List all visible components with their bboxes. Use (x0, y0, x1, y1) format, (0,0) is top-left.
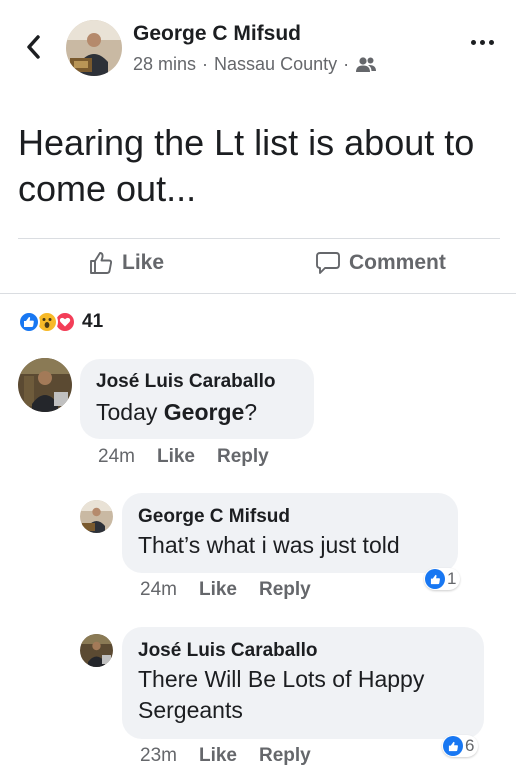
back-button[interactable] (18, 30, 48, 64)
reactions-summary[interactable]: 41 (18, 311, 103, 333)
reaction-count: 1 (447, 569, 457, 588)
comment-actions: 24m Like Reply (140, 579, 311, 601)
post-meta: 28 mins · Nassau County · (133, 54, 377, 75)
comment-actions: 23m Like Reply (140, 745, 311, 767)
comment-time: 24m (140, 579, 177, 600)
reaction-count: 6 (465, 736, 475, 755)
more-options-button[interactable] (471, 40, 494, 45)
post-text: Hearing the Lt list is about to come out… (18, 122, 475, 209)
post-actions: Like Comment (0, 240, 516, 292)
comment-actions: 24m Like Reply (98, 446, 269, 468)
post-author-name[interactable]: George C Mifsud (133, 22, 301, 46)
meta-separator: · (343, 54, 350, 74)
comment-bubble[interactable]: José Luis Caraballo Today George? (80, 359, 314, 439)
comment-icon (316, 252, 340, 274)
comment-text-line: Sergeants (138, 697, 243, 723)
comment-bubble[interactable]: José Luis Caraballo There Will Be Lots o… (122, 627, 484, 739)
comment-reaction-badge[interactable]: 1 (424, 568, 461, 590)
like-label: Like (122, 251, 165, 274)
comment-reply-button[interactable]: Reply (259, 579, 311, 601)
comment-text-line: There Will Be Lots of Happy (138, 666, 425, 692)
comment-like-button[interactable]: Like (199, 745, 237, 767)
commenter-avatar[interactable] (80, 634, 113, 667)
comment-text-part: Today (96, 399, 164, 425)
divider (0, 293, 516, 294)
comment-text-part: ? (244, 399, 258, 425)
thumbs-up-icon (90, 252, 113, 274)
comment-label: Comment (349, 251, 446, 274)
chevron-left-icon (27, 35, 40, 59)
comment-author[interactable]: George C Mifsud (138, 506, 442, 528)
comment-reply-button[interactable]: Reply (259, 745, 311, 767)
comment-like-button[interactable]: Like (157, 446, 195, 468)
post-time[interactable]: 28 mins (133, 54, 196, 75)
post-header: George C Mifsud 28 mins · Nassau County … (0, 0, 516, 100)
comment-button[interactable]: Comment (315, 250, 446, 276)
meta-separator: · (202, 54, 209, 74)
comment-like-button[interactable]: Like (199, 579, 237, 601)
commenter-avatar[interactable] (18, 358, 72, 412)
reaction-count: 41 (82, 311, 104, 332)
comment-mention[interactable]: George (164, 399, 245, 425)
comment-text: That’s what i was just told (138, 532, 400, 558)
author-avatar[interactable] (66, 20, 122, 76)
post-location[interactable]: Nassau County (214, 54, 337, 75)
like-button[interactable]: Like (88, 250, 164, 276)
commenter-avatar[interactable] (80, 500, 113, 533)
divider (18, 238, 500, 239)
like-reaction-icon (18, 311, 40, 333)
thumbs-up-icon (425, 569, 445, 589)
thumbs-up-icon (443, 736, 463, 756)
comment-reply-button[interactable]: Reply (217, 446, 269, 468)
comment-time: 23m (140, 745, 177, 766)
comment-time: 24m (98, 446, 135, 467)
comment-reaction-badge[interactable]: 6 (442, 735, 479, 757)
more-dot (480, 40, 485, 45)
more-dot (489, 40, 494, 45)
more-dot (471, 40, 476, 45)
comment-bubble[interactable]: George C Mifsud That’s what i was just t… (122, 493, 458, 573)
comment-text: Today George? (96, 397, 298, 428)
comment-author[interactable]: José Luis Caraballo (138, 640, 468, 662)
comment-author[interactable]: José Luis Caraballo (96, 371, 298, 393)
friends-icon (356, 56, 377, 72)
